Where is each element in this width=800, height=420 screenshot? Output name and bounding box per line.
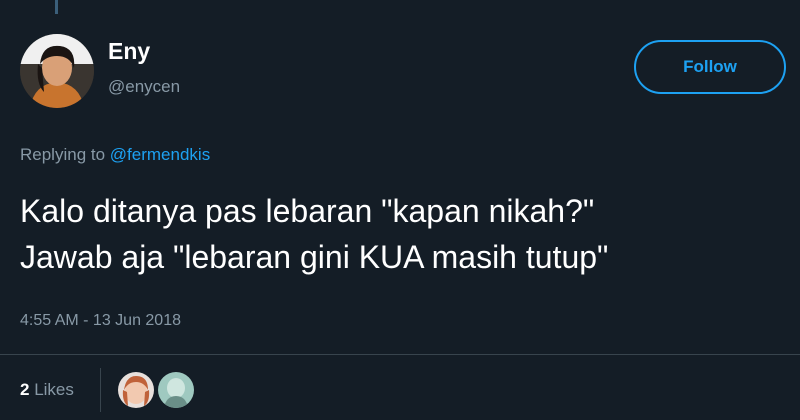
- likes-label: Likes: [34, 380, 74, 399]
- tweet-text: Kalo ditanya pas lebaran "kapan nikah?" …: [20, 188, 780, 280]
- liker-avatar-2[interactable]: [158, 372, 194, 408]
- tweet-text-line: Jawab aja "lebaran gini KUA masih tutup": [20, 239, 609, 275]
- tweet-text-line: Kalo ditanya pas lebaran "kapan nikah?": [20, 193, 595, 229]
- reply-prefix: Replying to: [20, 145, 106, 164]
- thread-connector-line: [55, 0, 58, 14]
- likes-link[interactable]: 2 Likes: [20, 381, 74, 398]
- author-name[interactable]: Eny: [108, 40, 150, 63]
- divider: [0, 354, 800, 355]
- tweet-header: Eny @enycen Follow: [20, 34, 786, 114]
- likes-count: 2: [20, 380, 30, 399]
- tweet-timestamp[interactable]: 4:55 AM - 13 Jun 2018: [20, 313, 181, 329]
- reply-mention-link[interactable]: @fermendkis: [110, 145, 210, 164]
- avatar[interactable]: [20, 34, 94, 108]
- liker-avatar-1[interactable]: [118, 372, 154, 408]
- likes-separator: [100, 368, 101, 412]
- author-handle[interactable]: @enycen: [108, 78, 180, 95]
- reply-context: Replying to @fermendkis: [20, 146, 210, 163]
- follow-button[interactable]: Follow: [634, 40, 786, 94]
